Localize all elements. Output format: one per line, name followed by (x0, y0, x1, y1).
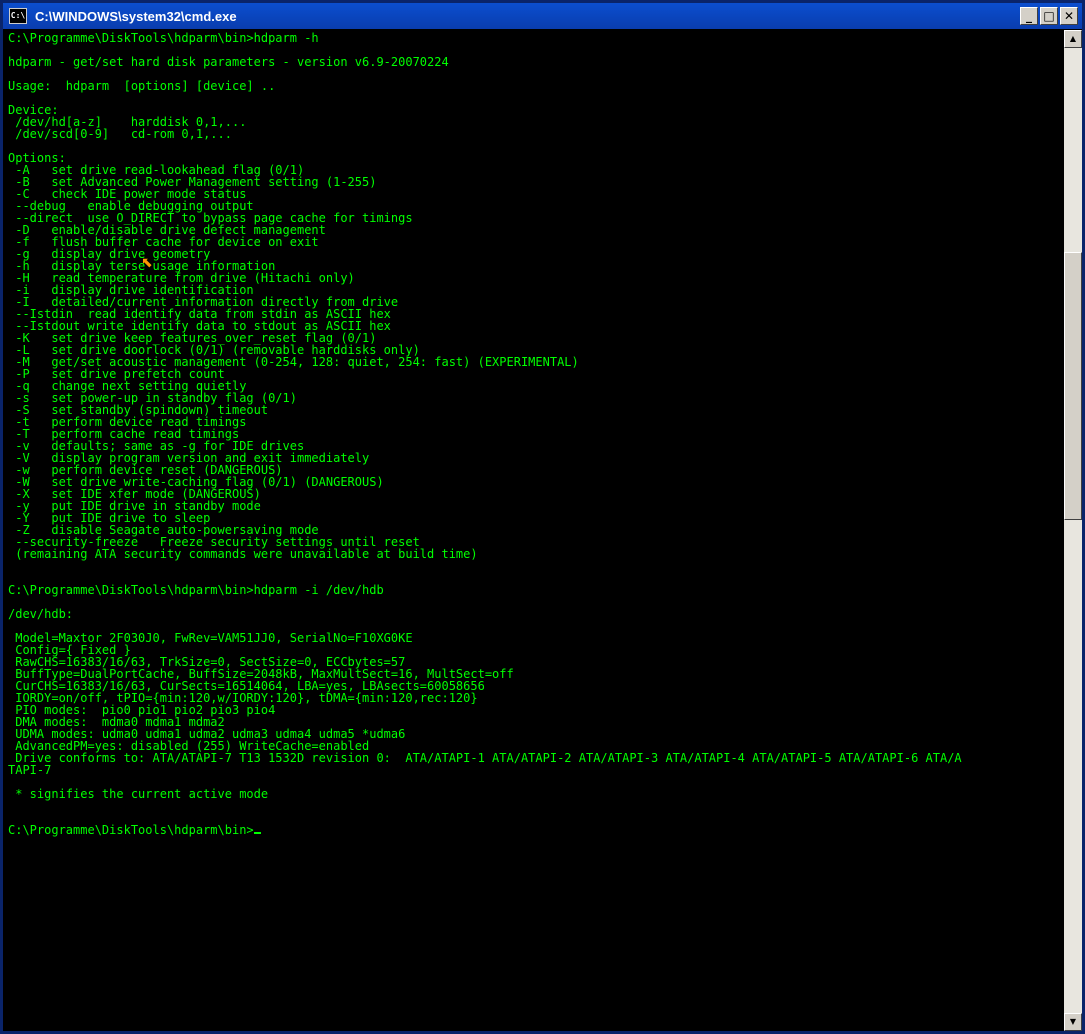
console-line: Drive conforms to: ATA/ATAPI-7 T13 1532D… (8, 751, 962, 765)
console-line: (remaining ATA security commands were un… (8, 547, 478, 561)
console-line: hdparm - get/set hard disk parameters - … (8, 55, 449, 69)
console-line: /dev/scd[0-9] cd-rom 0,1,... (8, 127, 232, 141)
scroll-down-icon[interactable]: ▼ (1064, 1013, 1082, 1031)
scrollbar-thumb[interactable] (1064, 252, 1082, 520)
console-line: C:\Programme\DiskTools\hdparm\bin> (8, 823, 254, 837)
maximize-button[interactable]: □ (1040, 7, 1058, 25)
mouse-pointer-icon: ⬉ (141, 255, 153, 271)
cmd-window: C:\ C:\WINDOWS\system32\cmd.exe _ □ ✕ C:… (0, 0, 1085, 1034)
console-line: C:\Programme\DiskTools\hdparm\bin>hdparm… (8, 583, 384, 597)
window-title: C:\WINDOWS\system32\cmd.exe (35, 8, 237, 24)
console-line: Usage: hdparm [options] [device] .. (8, 79, 276, 93)
console-line: /dev/hdb: (8, 607, 74, 621)
console-text: C:\Programme\DiskTools\hdparm\bin> hdparm… (6, 30, 1064, 836)
console-line: C:\Programme\DiskTools\hdparm\bin>hdparm… (8, 31, 319, 45)
scroll-up-icon[interactable]: ▲ (1064, 30, 1082, 48)
console-line: TAPI-7 (8, 763, 52, 777)
close-button[interactable]: ✕ (1060, 7, 1078, 25)
cmd-icon[interactable]: C:\ (9, 8, 27, 24)
title-bar[interactable]: C:\ C:\WINDOWS\system32\cmd.exe _ □ ✕ (3, 3, 1082, 29)
console-output[interactable]: C:\Programme\DiskTools\hdparm\bin> hdparm… (6, 30, 1064, 1031)
vertical-scrollbar[interactable]: ▲ ▼ (1064, 30, 1082, 1031)
console-line: * signifies the current active mode (8, 787, 269, 801)
text-cursor (253, 832, 261, 834)
minimize-button[interactable]: _ (1020, 7, 1038, 25)
